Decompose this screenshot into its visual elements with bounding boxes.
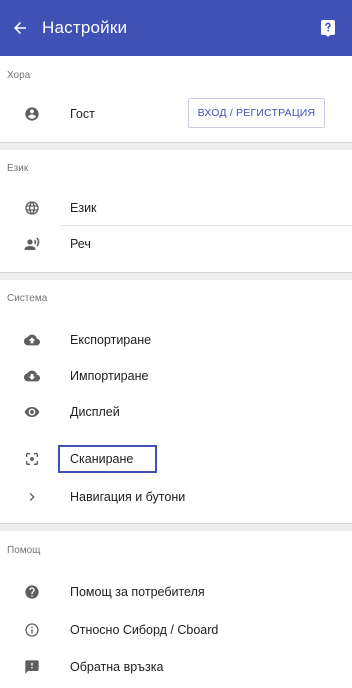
settings-item-export[interactable]: Експортиране [0, 322, 352, 358]
back-button[interactable] [0, 0, 40, 56]
help-box-icon[interactable] [320, 19, 336, 37]
settings-item-label: Обратна връзка [70, 660, 164, 674]
section-divider [0, 523, 352, 531]
settings-item-label: Експортиране [70, 333, 152, 347]
chevron-right-icon [24, 489, 40, 505]
settings-item-label: Език [70, 201, 97, 215]
page-title: Настройки [42, 18, 128, 37]
section-label-help: Помощ [7, 545, 41, 556]
settings-item-navigation[interactable]: Навигация и бутони [0, 479, 352, 515]
settings-item-label: Относно Сиборд / Cboard [70, 623, 219, 637]
section-label-language: Език [7, 163, 29, 174]
feedback-icon [24, 659, 40, 675]
settings-item-import[interactable]: Импортиране [0, 358, 352, 394]
settings-item-label: Импортиране [70, 369, 149, 383]
settings-item-label: Навигация и бутони [70, 490, 186, 504]
section-divider [0, 272, 352, 280]
section-divider [0, 142, 352, 150]
settings-item-user-help[interactable]: Помощ за потребителя [0, 574, 352, 610]
arrow-left-icon [14, 22, 26, 34]
settings-item-label: Помощ за потребителя [70, 585, 205, 599]
settings-item-speech[interactable]: Реч [0, 226, 352, 262]
settings-item-language[interactable]: Език [0, 190, 352, 226]
section-label-system: Система [7, 293, 48, 304]
login-register-button[interactable]: ВХОД / РЕГИСТРАЦИЯ [188, 98, 325, 128]
eye-icon [24, 404, 40, 420]
section-label-people: Хора [7, 70, 31, 81]
settings-item-label: Сканиране [70, 452, 134, 466]
settings-item-display[interactable]: Дисплей [0, 394, 352, 430]
guest-label: Гост [70, 107, 95, 121]
globe-icon [24, 200, 40, 216]
center-focus-icon [24, 451, 40, 467]
settings-item-feedback[interactable]: Обратна връзка [0, 649, 352, 685]
app-bar: Настройки [0, 0, 352, 56]
settings-item-scanning[interactable]: Сканиране [0, 441, 352, 477]
cloud-download-icon [24, 368, 40, 384]
cloud-upload-icon [24, 332, 40, 348]
account-circle-icon [24, 106, 40, 122]
settings-item-about[interactable]: Относно Сиборд / Cboard [0, 612, 352, 648]
settings-item-label: Дисплей [70, 405, 120, 419]
info-outline-icon [24, 622, 40, 638]
record-voice-icon [24, 236, 40, 252]
help-circle-icon [24, 584, 40, 600]
settings-item-label: Реч [70, 237, 91, 251]
